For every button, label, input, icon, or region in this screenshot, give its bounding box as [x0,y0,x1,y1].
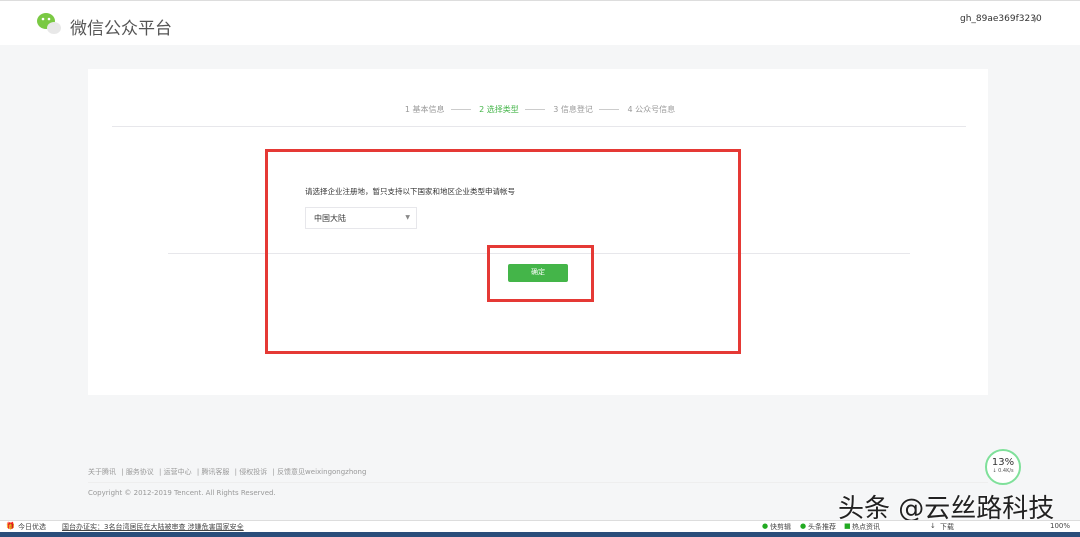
taskbar [0,532,1080,537]
divider [112,126,966,127]
news-icon: ■ [844,522,851,530]
footer-link[interactable]: 服务协议 [126,468,154,476]
step-3: 3 信息登记 [553,105,593,114]
status-item[interactable]: 下载 [940,522,954,532]
top-bar: 微信公众平台 gh_89ae369f3230 ▼ [0,0,1080,45]
play-icon: ● [762,522,769,530]
footer-divider [88,482,988,483]
highlight-box-confirm [487,245,594,302]
wechat-logo-icon [37,13,61,34]
footer-link[interactable]: 关于腾讯 [88,468,116,476]
chevron-down-icon[interactable]: ▼ [1032,16,1037,24]
status-item[interactable]: 头条推荐 [808,522,836,532]
network-speed-widget[interactable]: 13% ↓ 0.4K/s [985,449,1021,485]
copyright: Copyright © 2012-2019 Tencent. All Right… [88,489,276,497]
step-2: 2 选择类型 [479,105,519,114]
zoom-level[interactable]: 100% [1050,522,1070,530]
today-picks[interactable]: 今日优选 [18,522,46,532]
status-item[interactable]: 快剪辑 [770,522,791,532]
footer-link[interactable]: 腾讯客服 [201,468,229,476]
download-speed: ↓ 0.4K/s [992,468,1014,474]
footer-link[interactable]: 侵权投诉 [239,468,267,476]
footer-links: 关于腾讯 | 服务协议 | 运营中心 | 腾讯客服 | 侵权投诉 | 反馈意见w… [88,468,367,476]
browser-status-bar: 🎁 今日优选 国台办证实：3名台湾居民在大陆被审查 涉嫌危害国家安全 ● 快剪辑… [0,520,1080,532]
footer-link[interactable]: 运营中心 [164,468,192,476]
play-icon: ● [800,522,807,530]
download-icon: ↓ [930,522,936,530]
account-name[interactable]: gh_89ae369f3230 [960,14,1042,24]
progress-percent: 13% [991,457,1015,468]
step-4: 4 公众号信息 [627,105,676,114]
step-indicator: 1 基本信息 2 选择类型 3 信息登记 4 公众号信息 [0,104,1080,115]
news-ticker[interactable]: 国台办证实：3名台湾居民在大陆被审查 涉嫌危害国家安全 [62,522,244,532]
brand-title: 微信公众平台 [70,19,172,39]
gift-icon: 🎁 [6,522,15,530]
footer-link[interactable]: 反馈意见weixingongzhong [277,468,366,476]
step-1: 1 基本信息 [404,105,445,114]
status-item[interactable]: 热点资讯 [852,522,880,532]
